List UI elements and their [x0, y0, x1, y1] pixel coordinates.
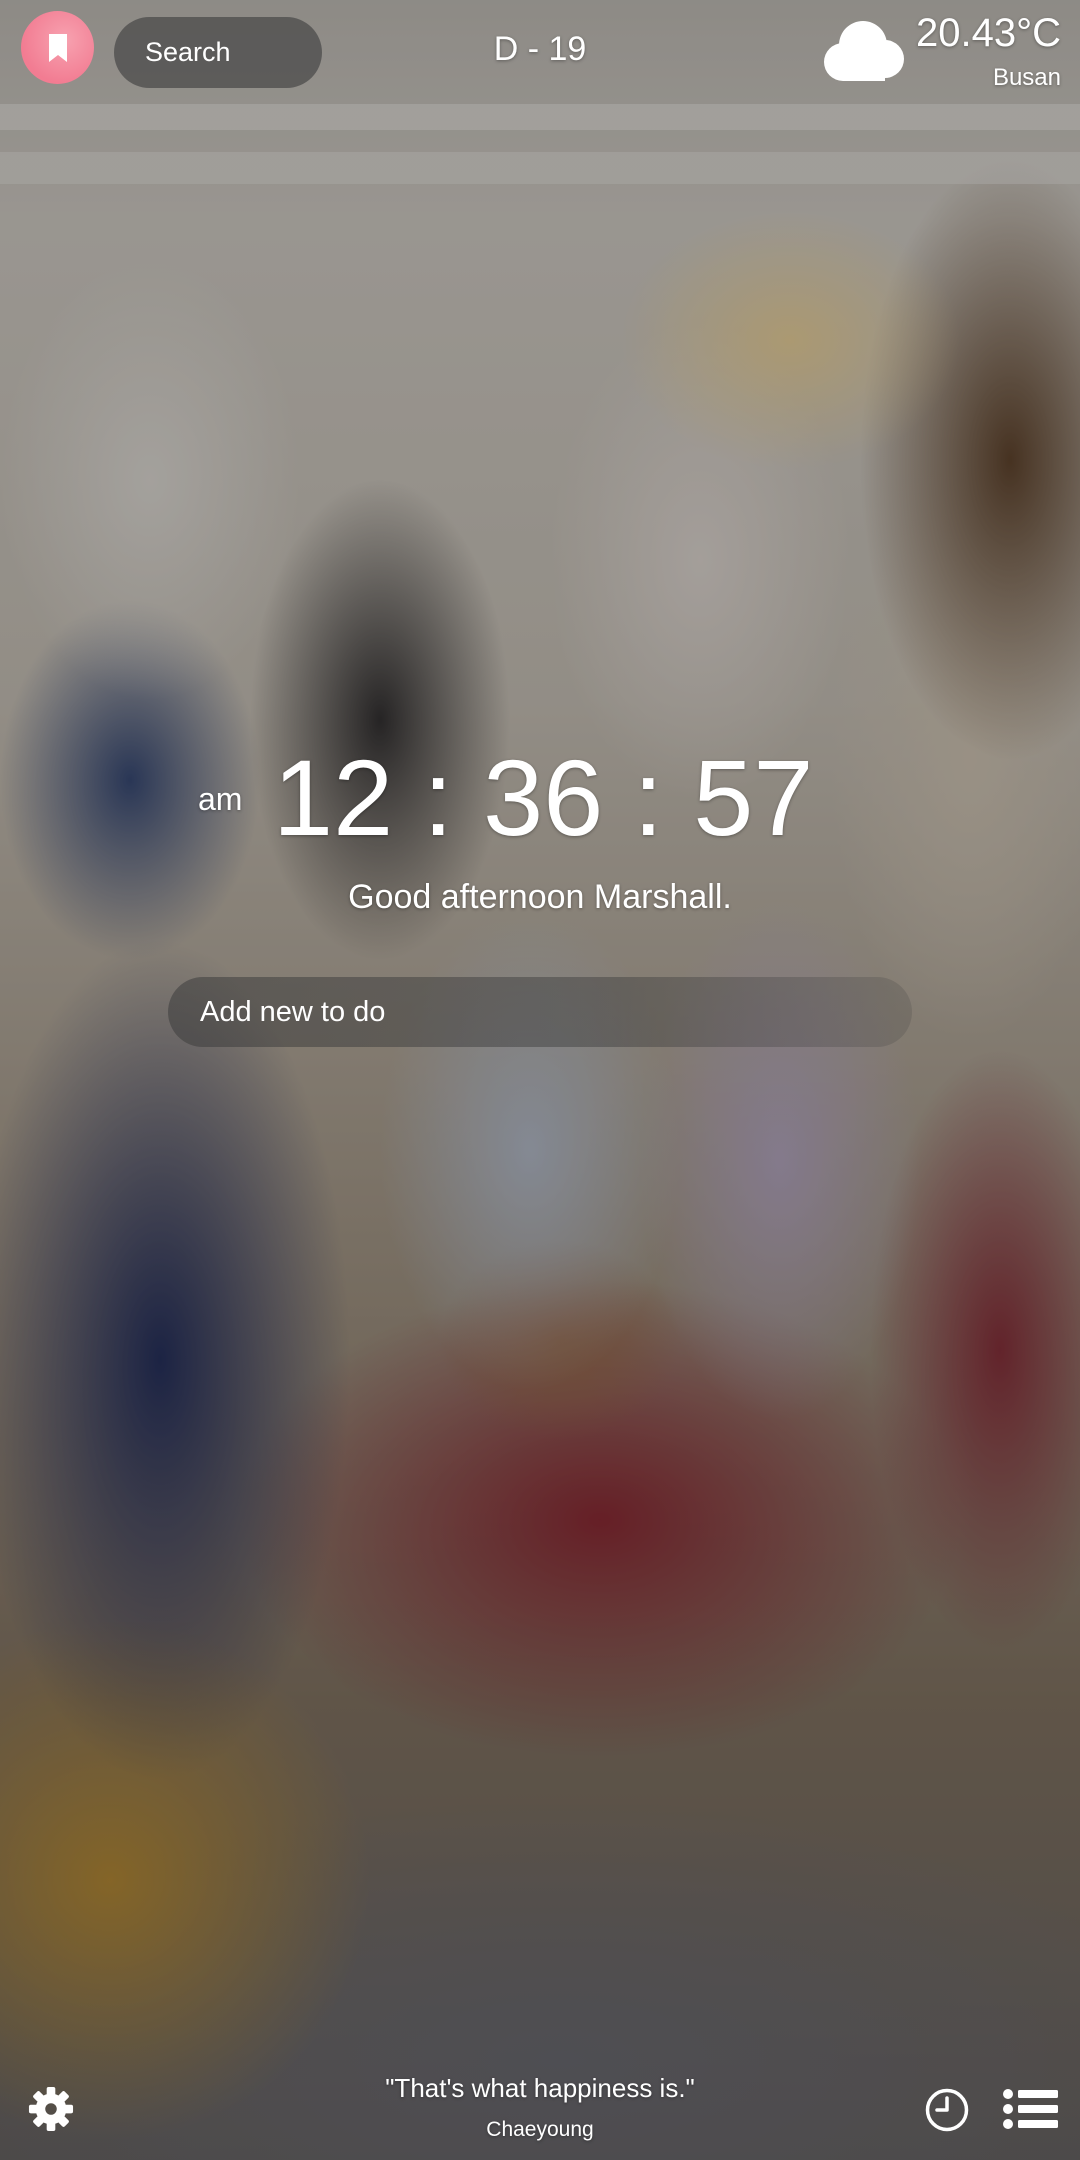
weather-city: Busan — [992, 64, 1061, 91]
cloud-icon — [824, 21, 904, 81]
clock-meridiem: am — [198, 781, 243, 817]
greeting-text: Good afternoon Marshall. — [348, 878, 732, 916]
weather-widget-icon[interactable] — [821, 18, 905, 84]
todo-input[interactable] — [200, 995, 880, 1029]
todo-input-bar[interactable] — [168, 977, 912, 1047]
history-button[interactable] — [925, 2088, 969, 2132]
weather-temperature: 20.43°C — [916, 11, 1061, 55]
clock-time: 12 : 36 : 57 — [273, 737, 814, 858]
background-dim-overlay — [0, 0, 1080, 2160]
quote-text: "That's what happiness is." — [385, 2073, 695, 2103]
clock-icon — [925, 2088, 969, 2132]
todo-list-button[interactable] — [1003, 2088, 1058, 2130]
list-icon — [1003, 2089, 1058, 2129]
quote-author: Chaeyoung — [486, 2118, 594, 2141]
